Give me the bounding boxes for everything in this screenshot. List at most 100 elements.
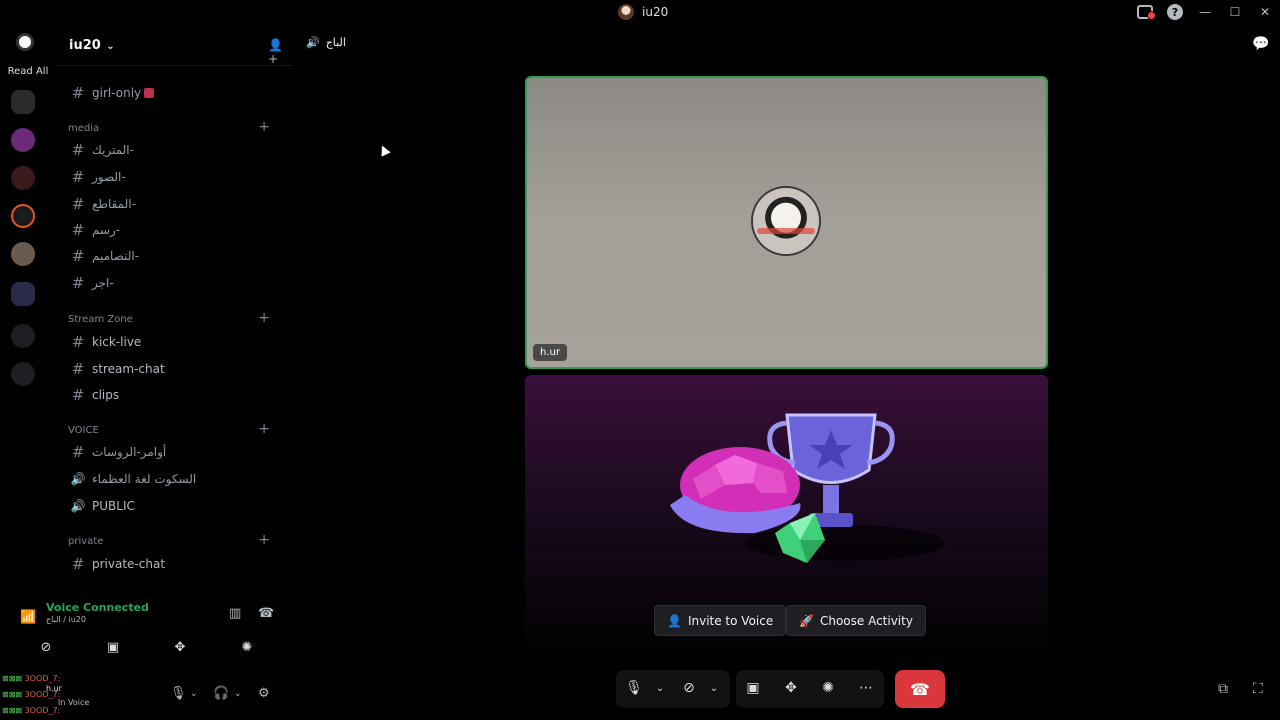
invite-to-voice-button[interactable]: 👤 Invite to Voice	[654, 605, 787, 636]
category-stream-zone[interactable]: Stream Zone +	[68, 311, 280, 327]
channel-item[interactable]: # المتريك-	[68, 138, 280, 162]
category-voice[interactable]: VOICE +	[68, 422, 280, 438]
server-icon[interactable]	[11, 128, 35, 152]
help-button[interactable]: ?	[1160, 0, 1190, 24]
channel-name: private-chat	[92, 557, 166, 571]
channel-name: السكوت لغة العظماء	[92, 472, 197, 486]
noise-suppression-icon[interactable]: ▥	[229, 606, 241, 621]
discover-icon[interactable]	[11, 362, 35, 386]
add-channel-icon[interactable]: +	[258, 311, 270, 325]
overlay-line: ⊠⊠⊠ 3OOD_7:	[2, 674, 61, 683]
maximize-icon: ☐	[1229, 5, 1241, 19]
channel-name: stream-chat	[92, 362, 165, 376]
activities-icon[interactable]: ✥	[170, 640, 190, 658]
inbox-icon	[1137, 5, 1156, 20]
choose-activity-button[interactable]: 🚀 Choose Activity	[786, 605, 926, 636]
screen-share-icon[interactable]: ▣	[103, 640, 123, 658]
chevron-down-icon[interactable]: ⌄	[234, 689, 242, 699]
server-icon[interactable]	[11, 166, 35, 190]
participant-tile[interactable]: h.ur	[525, 76, 1048, 369]
channel-item[interactable]: # kick-live	[68, 330, 280, 354]
channel-name: المقاطع-	[92, 197, 136, 211]
microphone-icon[interactable]: 🎙	[170, 686, 187, 701]
guild-header[interactable]: iu20 ⌄ 👤+	[56, 24, 292, 66]
speaker-icon: 🔊	[70, 472, 86, 486]
channel-item[interactable]: # stream-chat	[68, 357, 280, 381]
voice-connected-panel: 📶 Voice Connected الباج / iu20 ▥ ☎ ⊘ ▣ ✥…	[0, 596, 292, 668]
microphone-icon[interactable]: 🎙	[624, 680, 644, 698]
window-title: iu20	[618, 4, 668, 20]
channel-item[interactable]: # رسم-	[68, 218, 280, 242]
camera-off-icon[interactable]: ⊘	[36, 640, 56, 658]
channel-name: kick-live	[92, 335, 142, 349]
activities-icon[interactable]: ✥	[781, 680, 801, 698]
settings-gear-icon[interactable]: ⚙	[258, 686, 270, 701]
overlay-line: ⊠⊠⊠ 3OOD_7:	[2, 690, 61, 699]
channel-item[interactable]: # اجر-	[68, 271, 280, 295]
channel-name: أوامر-الروسات	[92, 445, 167, 459]
server-avatar-icon	[618, 4, 634, 20]
hash-icon: #	[71, 84, 85, 102]
voice-status-title[interactable]: Voice Connected	[46, 601, 149, 614]
add-member-icon[interactable]: 👤+	[268, 38, 284, 66]
close-icon: ✕	[1259, 5, 1271, 19]
hang-up-icon: ☎	[910, 679, 930, 699]
more-options-icon[interactable]: ⋯	[856, 680, 876, 698]
heart-icon	[144, 88, 155, 98]
disconnect-icon[interactable]: ☎	[258, 606, 274, 621]
add-server-icon[interactable]	[11, 324, 35, 348]
channel-name: clips	[92, 388, 120, 402]
pop-out-icon[interactable]: ⧉	[1218, 681, 1228, 697]
inbox-button[interactable]	[1130, 0, 1160, 24]
add-channel-icon[interactable]: +	[258, 422, 270, 436]
add-channel-icon[interactable]: +	[258, 533, 270, 547]
category-media[interactable]: media +	[68, 120, 280, 136]
channel-item[interactable]: # التصاميم-	[68, 244, 280, 268]
soundboard-icon[interactable]: ✺	[818, 680, 838, 698]
server-icon[interactable]	[11, 90, 35, 114]
minimize-button[interactable]: —	[1190, 0, 1220, 24]
channel-item[interactable]: # المقاطع-	[68, 192, 280, 216]
camera-off-icon[interactable]: ⊘	[679, 680, 699, 698]
chevron-down-icon[interactable]: ⌄	[190, 689, 198, 699]
channel-item[interactable]: # clips	[68, 383, 280, 407]
hash-icon: #	[71, 141, 85, 159]
voice-status-subtitle[interactable]: الباج / iu20	[46, 615, 86, 624]
help-icon: ?	[1167, 4, 1183, 20]
category-private[interactable]: private +	[68, 533, 280, 549]
overlay-status: In Voice	[58, 698, 90, 707]
voice-channel-item[interactable]: 🔊 PUBLIC	[68, 494, 280, 518]
home-icon[interactable]	[19, 36, 31, 48]
hash-icon: #	[71, 221, 85, 239]
chevron-down-icon[interactable]: ⌄	[704, 683, 724, 701]
hash-icon: #	[71, 443, 85, 461]
channel-item[interactable]: # private-chat	[68, 552, 280, 576]
channel-item[interactable]: # girl-only	[68, 81, 280, 105]
maximize-button[interactable]: ☐	[1220, 0, 1250, 24]
channel-item[interactable]: # الصور-	[68, 165, 280, 189]
chevron-down-icon[interactable]: ⌄	[650, 683, 670, 701]
add-channel-icon[interactable]: +	[258, 120, 270, 134]
fullscreen-icon[interactable]: ⛶	[1253, 681, 1263, 697]
voice-actions-row: ⊘ ▣ ✥ ✺	[0, 636, 292, 666]
speaker-icon: 🔊	[70, 499, 86, 513]
headphones-icon[interactable]: 🎧	[213, 686, 229, 701]
server-folder-icon[interactable]	[11, 282, 35, 306]
overlay-line: ⊠⊠⊠ 3OOD_7:	[2, 706, 61, 715]
channel-name: التصاميم-	[92, 249, 140, 263]
screen-share-icon[interactable]: ▣	[743, 680, 763, 698]
read-all-button[interactable]: Read All	[0, 66, 56, 77]
channel-name: girl-only	[92, 86, 142, 100]
soundboard-icon[interactable]: ✺	[237, 640, 257, 658]
voice-channel-item[interactable]: 🔊 السكوت لغة العظماء	[68, 467, 280, 491]
close-button[interactable]: ✕	[1250, 0, 1280, 24]
guild-name[interactable]: iu20 ⌄	[69, 38, 115, 53]
channel-header: 🔊 الباج	[306, 36, 346, 49]
chat-bubble-icon[interactable]: 💬	[1252, 36, 1269, 52]
server-icon[interactable]	[11, 204, 35, 228]
title-bar: iu20 ? — ☐ ✕	[0, 0, 1280, 24]
disconnect-button[interactable]: ☎	[895, 670, 945, 708]
server-icon[interactable]	[11, 242, 35, 266]
channel-item[interactable]: # أوامر-الروسات	[68, 440, 280, 464]
speaker-icon: 🔊	[306, 36, 320, 49]
